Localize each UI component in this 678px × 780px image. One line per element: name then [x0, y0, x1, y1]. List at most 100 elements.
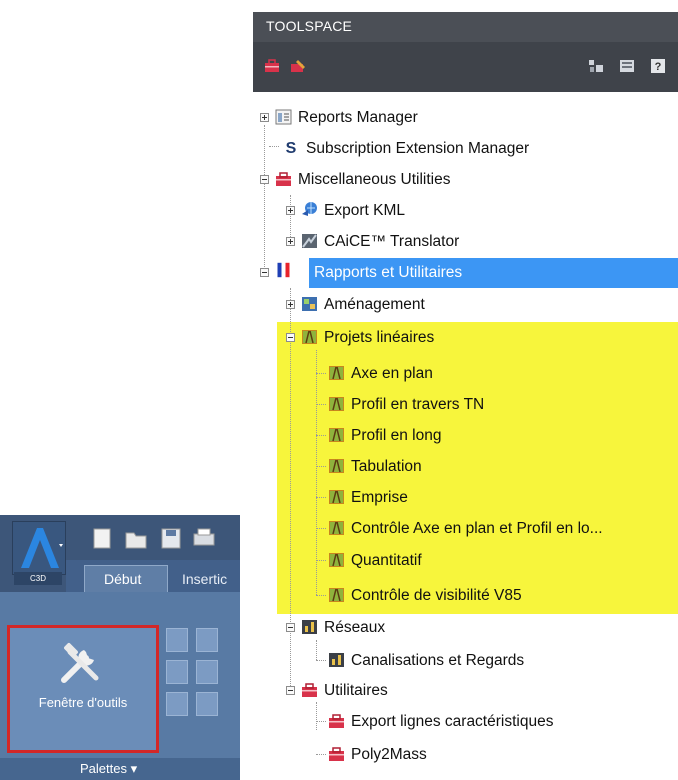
save-icon[interactable] [161, 528, 181, 549]
document-icon[interactable] [166, 692, 188, 716]
tree-item-rapports-et-utilitaires[interactable]: Rapports et Utilitaires [258, 258, 678, 286]
tree-item-miscellaneous-utilities[interactable]: Miscellaneous Utilities [258, 165, 678, 193]
toolspace-button-label: Fenêtre d'outils [38, 695, 128, 710]
tree-item-label: Projets linéaires [324, 329, 435, 346]
tree-item-label: Subscription Extension Manager [306, 140, 530, 157]
road-icon [329, 366, 344, 380]
print-icon[interactable] [193, 528, 215, 546]
open-folder-icon[interactable] [125, 532, 147, 549]
tree-item-canalisations-et-regards[interactable]: Canalisations et Regards [326, 646, 678, 674]
toolbox-icon[interactable] [264, 59, 280, 73]
tree-item-label: Contrôle de visibilité V85 [351, 587, 522, 604]
toolspace-title-bar: TOOLSPACE [253, 12, 678, 42]
collapse-icon[interactable] [286, 623, 295, 632]
toolbox-icon [329, 714, 344, 728]
import-icon[interactable] [196, 692, 218, 716]
tree-item-controle-visibilite[interactable]: Contrôle de visibilité V85 [326, 581, 678, 609]
globe-export-icon [302, 202, 317, 216]
road-icon [329, 459, 344, 473]
collapse-icon[interactable] [260, 268, 269, 277]
tree-item-controle-axe-profil[interactable]: Contrôle Axe en plan et Profil en lo... [326, 514, 678, 542]
tree-line [316, 702, 317, 730]
tree-line [316, 640, 317, 660]
application-menu-button[interactable] [12, 521, 66, 575]
tree-line [316, 466, 326, 467]
road-icon [329, 521, 344, 535]
road-icon [329, 397, 344, 411]
toolspace-palette-button[interactable] [7, 625, 159, 753]
layout-icon[interactable] [588, 59, 604, 73]
tree-item-export-lignes-caracteristiques[interactable]: Export lignes caractéristiques [326, 707, 678, 735]
tree-item-label: Utilitaires [324, 682, 388, 699]
tab-insertion[interactable]: Insertic [182, 571, 227, 587]
tree-item-axe-en-plan[interactable]: Axe en plan [326, 359, 678, 387]
tree-line [316, 404, 326, 405]
tree-item-amenagement[interactable]: Aménagement [284, 290, 678, 318]
french-flag-icon [277, 262, 290, 278]
collapse-icon[interactable] [286, 333, 295, 342]
help-icon[interactable]: ? [650, 59, 666, 73]
tree-item-label: Rapports et Utilitaires [314, 264, 463, 281]
tree-item-label: Profil en travers TN [351, 396, 485, 413]
tree-item-tabulation[interactable]: Tabulation [326, 452, 678, 480]
tree-item-projets-lineaires[interactable]: Projets linéaires [284, 323, 678, 351]
tree-item-emprise[interactable]: Emprise [326, 483, 678, 511]
panel-title-bar[interactable]: Palettes ▾ [0, 758, 240, 780]
tree-item-label: Contrôle Axe en plan et Profil en lo... [351, 520, 603, 537]
tree-line [316, 560, 326, 561]
tree-item-label: Axe en plan [351, 365, 433, 382]
expand-icon[interactable] [286, 206, 295, 215]
expand-icon[interactable] [286, 300, 295, 309]
tree-line [316, 435, 326, 436]
tree-item-label: Quantitatif [351, 552, 422, 569]
tree-item-profil-en-travers-tn[interactable]: Profil en travers TN [326, 390, 678, 418]
toolspace-toolbar: ? [253, 42, 678, 92]
civil3d-logo-icon [21, 528, 63, 568]
pipe-network-icon [329, 653, 344, 667]
tree-item-label: Tabulation [351, 458, 422, 475]
collapse-icon[interactable] [286, 686, 295, 695]
tree-item-label: Poly2Mass [351, 746, 427, 763]
translator-icon [302, 234, 317, 248]
tree-item-label: Export lignes caractéristiques [351, 713, 554, 730]
collapse-icon[interactable] [260, 175, 269, 184]
svg-text:S: S [286, 140, 297, 155]
tree-item-export-kml[interactable]: Export KML [284, 196, 678, 224]
tree-item-profil-en-long[interactable]: Profil en long [326, 421, 678, 449]
tree-item-label: Reports Manager [298, 109, 418, 126]
tree-line [316, 528, 326, 529]
tree-item-utilitaires[interactable]: Utilitaires [284, 676, 678, 704]
expand-icon[interactable] [286, 237, 295, 246]
tools-icon [61, 643, 99, 683]
toolbox-icon [329, 747, 344, 761]
panel-icon[interactable] [619, 59, 635, 73]
svg-text:?: ? [655, 61, 662, 73]
subscription-s-icon: S [286, 140, 297, 155]
tree-item-reseaux[interactable]: Réseaux [284, 613, 678, 641]
new-file-icon[interactable] [93, 528, 111, 549]
tree-item-label: Miscellaneous Utilities [298, 171, 451, 188]
network-icon[interactable] [166, 660, 188, 684]
road-icon [329, 588, 344, 602]
road-icon [329, 553, 344, 567]
database-icon[interactable] [166, 628, 188, 652]
properties-icon[interactable] [196, 628, 218, 652]
tree-item-label: CAiCE™ Translator [324, 233, 460, 250]
tree-item-quantitatif[interactable]: Quantitatif [326, 546, 678, 574]
tree-item-reports-manager[interactable]: Reports Manager [258, 103, 678, 131]
tree-item-poly2mass[interactable]: Poly2Mass [326, 740, 678, 768]
tree-item-subscription-extension-manager[interactable]: S Subscription Extension Manager [258, 134, 678, 162]
quick-access-toolbar [93, 528, 215, 549]
tree-item-label: Réseaux [324, 619, 386, 636]
road-icon [329, 428, 344, 442]
toolbox-icon [276, 172, 291, 186]
road-icon [329, 490, 344, 504]
expand-icon[interactable] [260, 113, 269, 122]
tree-item-caice-translator[interactable]: CAiCE™ Translator [284, 227, 678, 255]
panel-title: Palettes ▾ [80, 761, 138, 776]
edit-toolbox-icon[interactable] [290, 59, 306, 73]
toolbox-small-icon[interactable] [196, 660, 218, 684]
tree-line [316, 497, 326, 498]
tree-line [316, 754, 326, 755]
tree-line [316, 595, 326, 596]
